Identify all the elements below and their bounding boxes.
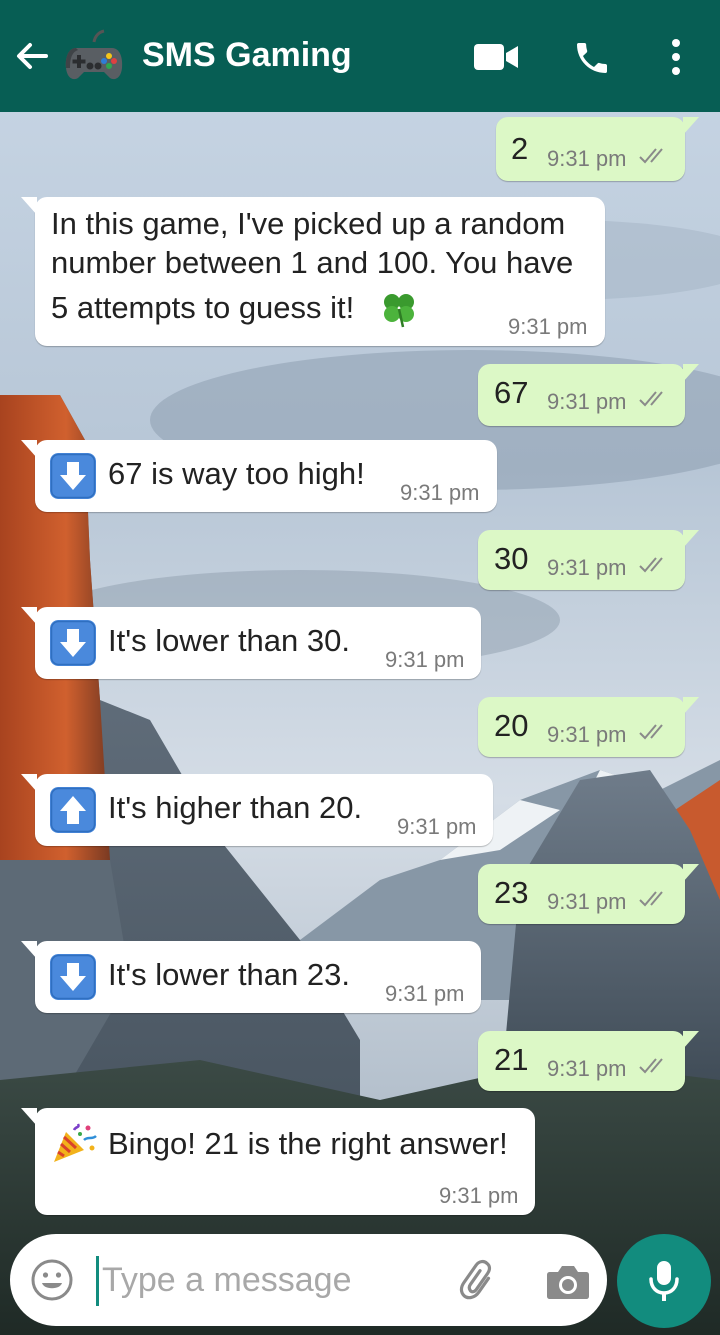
four-leaf-clover-icon — [384, 294, 414, 328]
message-time: 9:31 pm — [547, 722, 627, 747]
bubble-tail — [21, 197, 37, 215]
bubble-tail — [21, 1108, 37, 1126]
read-ticks-icon — [639, 724, 663, 740]
message-incoming[interactable]: In this game, I've picked up a random nu… — [21, 197, 605, 346]
bubble-tail — [21, 440, 37, 458]
bubble-tail — [21, 607, 37, 625]
message-time: 9:31 pm — [547, 1056, 627, 1081]
message-outgoing[interactable]: 2 9:31 pm — [496, 117, 699, 181]
message-outgoing[interactable]: 21 9:31 pm — [478, 1031, 699, 1091]
bubble-tail — [683, 530, 699, 548]
message-text-line: number between 1 and 100. You have — [51, 245, 574, 280]
bubble-tail — [683, 697, 699, 715]
voice-record-button[interactable] — [617, 1234, 711, 1328]
read-ticks-icon — [639, 1058, 663, 1074]
gamepad-avatar-icon[interactable] — [64, 28, 124, 84]
message-text-line: In this game, I've picked up a random — [51, 206, 566, 241]
chat-title[interactable]: SMS Gaming — [142, 36, 352, 75]
message-incoming[interactable]: It's lower than 23. 9:31 pm — [21, 941, 481, 1013]
message-text: 30 — [494, 541, 529, 576]
message-time: 9:31 pm — [547, 146, 627, 171]
emoji-icon[interactable] — [30, 1258, 74, 1302]
read-ticks-icon — [639, 148, 663, 164]
camera-icon[interactable] — [544, 1258, 592, 1306]
bubble-tail — [683, 117, 699, 135]
arrow-down-icon — [50, 954, 96, 1000]
message-text: It's lower than 30. — [108, 623, 350, 658]
more-options-icon[interactable] — [668, 38, 684, 76]
message-time: 9:31 pm — [400, 480, 480, 505]
message-time: 9:31 pm — [547, 889, 627, 914]
arrow-down-icon — [50, 453, 96, 499]
message-text: Bingo! 21 is the right answer! — [108, 1126, 508, 1161]
message-time: 9:31 pm — [547, 555, 627, 580]
message-time: 9:31 pm — [547, 389, 627, 414]
bubble-tail — [683, 864, 699, 882]
message-outgoing[interactable]: 23 9:31 pm — [478, 864, 699, 924]
message-incoming[interactable]: It's lower than 30. 9:31 pm — [21, 607, 481, 679]
voice-call-icon[interactable] — [572, 38, 612, 78]
bubble-tail — [21, 941, 37, 959]
message-text: 20 — [494, 708, 529, 743]
video-call-icon[interactable] — [473, 42, 519, 72]
back-arrow-icon[interactable] — [12, 36, 52, 76]
text-caret — [96, 1256, 99, 1306]
message-composer — [10, 1234, 607, 1326]
message-time: 9:31 pm — [397, 814, 477, 839]
arrow-down-icon — [50, 620, 96, 666]
message-text: It's higher than 20. — [108, 790, 363, 825]
message-time: 9:31 pm — [385, 981, 465, 1006]
bubble-tail — [683, 364, 699, 382]
message-incoming[interactable]: It's higher than 20. 9:31 pm — [21, 774, 493, 846]
arrow-up-icon — [50, 787, 96, 833]
message-text: 23 — [494, 875, 529, 910]
read-ticks-icon — [639, 891, 663, 907]
message-outgoing[interactable]: 20 9:31 pm — [478, 697, 699, 757]
bubble-tail — [21, 774, 37, 792]
message-incoming[interactable]: Bingo! 21 is the right answer! 9:31 pm — [21, 1108, 535, 1215]
message-text: 67 — [494, 375, 529, 410]
chat-header: SMS Gaming — [0, 0, 720, 112]
message-text: It's lower than 23. — [108, 957, 350, 992]
bubble-tail — [683, 1031, 699, 1049]
message-incoming[interactable]: 67 is way too high! 9:31 pm — [21, 440, 497, 512]
message-input[interactable] — [102, 1252, 432, 1308]
read-ticks-icon — [639, 391, 663, 407]
message-time: 9:31 pm — [439, 1183, 519, 1208]
microphone-icon — [649, 1261, 679, 1301]
message-text: 21 — [494, 1042, 529, 1077]
message-time: 9:31 pm — [385, 647, 465, 672]
message-text: 2 — [511, 131, 529, 166]
message-text: 67 is way too high! — [108, 456, 365, 491]
message-outgoing[interactable]: 67 9:31 pm — [478, 364, 699, 426]
party-popper-icon — [54, 1123, 97, 1162]
read-ticks-icon — [639, 557, 663, 573]
message-outgoing[interactable]: 30 9:31 pm — [478, 530, 699, 590]
message-time: 9:31 pm — [508, 314, 588, 339]
message-text-line: 5 attempts to guess it! — [51, 290, 355, 325]
attach-icon[interactable] — [455, 1258, 503, 1306]
